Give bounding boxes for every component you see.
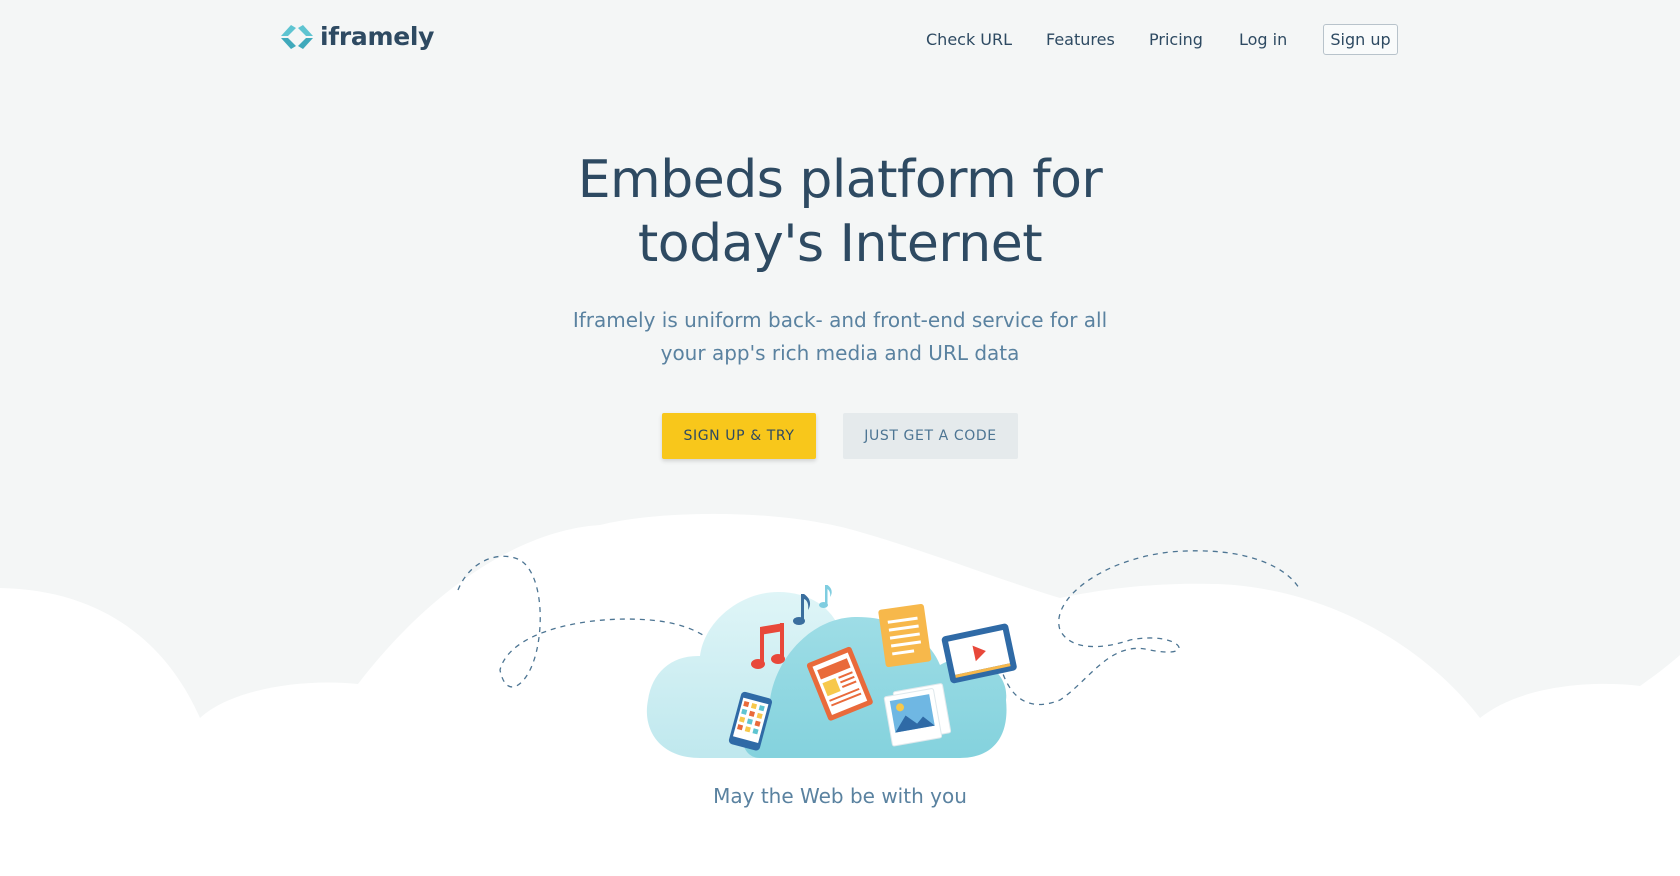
- sign-up-button[interactable]: Sign up: [1323, 24, 1398, 55]
- sign-up-try-button[interactable]: SIGN UP & TRY: [662, 413, 816, 459]
- landing-page: iframely Check URL Features Pricing Log …: [0, 0, 1680, 876]
- document-icon: [878, 603, 932, 668]
- photo-icon: [883, 683, 952, 747]
- nav-check-url[interactable]: Check URL: [926, 30, 1012, 49]
- just-get-a-code-button[interactable]: JUST GET A CODE: [843, 413, 1018, 459]
- logo-link[interactable]: iframely: [280, 22, 434, 51]
- main-nav: Check URL Features Pricing Log in Sign u…: [900, 24, 1400, 56]
- hero-illustration: [0, 513, 1680, 876]
- tagline: May the Web be with you: [713, 784, 967, 808]
- hero-subtitle-line-1: Iframely is uniform back- and front-end …: [572, 308, 1108, 332]
- page-title: Embeds platform for today's Internet: [440, 148, 1240, 276]
- nav-log-in[interactable]: Log in: [1239, 30, 1287, 49]
- logo-text: iframely: [320, 22, 435, 51]
- hero-subtitle: Iframely is uniform back- and front-end …: [570, 304, 1110, 370]
- nav-pricing[interactable]: Pricing: [1149, 30, 1203, 49]
- page-title-line-2: today's Internet: [637, 214, 1043, 274]
- hero-subtitle-line-2: your app's rich media and URL data: [660, 341, 1020, 365]
- page-title-line-1: Embeds platform for: [577, 150, 1103, 210]
- iframely-logo-icon: [281, 24, 313, 49]
- nav-features[interactable]: Features: [1046, 30, 1115, 49]
